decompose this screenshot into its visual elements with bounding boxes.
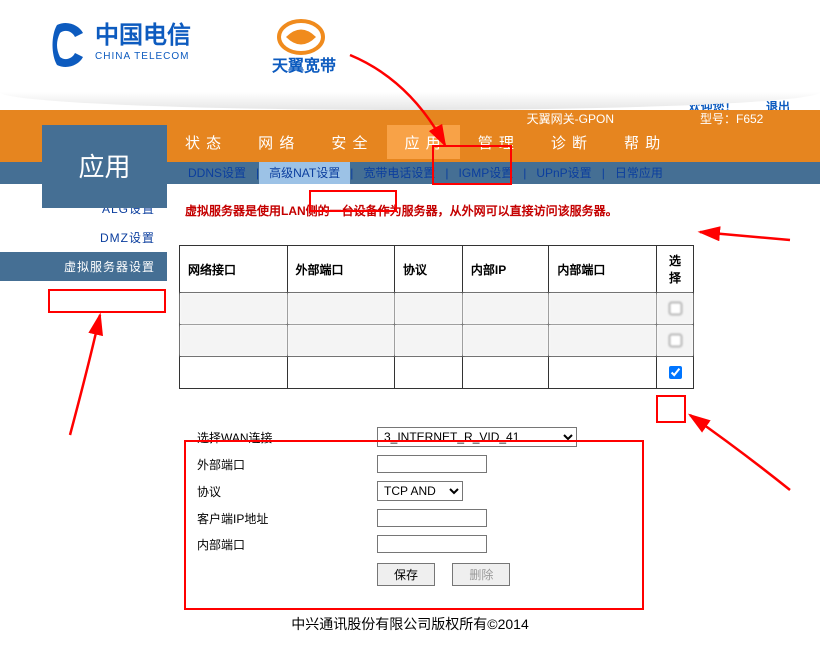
proto-select[interactable]: TCP AND [377,481,463,501]
table-header: 网络接口 [180,246,288,293]
table-header: 内部IP [462,246,549,293]
svg-text:CHINA TELECOM: CHINA TELECOM [95,51,190,62]
nav-tab-5[interactable]: 诊 断 [533,125,606,159]
table-header: 内部端口 [549,246,657,293]
svg-text:天翼宽带: 天翼宽带 [272,56,336,75]
wan-select[interactable]: 3_INTERNET_R_VID_41 [377,427,577,447]
row-select-checkbox[interactable] [669,366,682,379]
nav-tab-1[interactable]: 网 络 [240,125,313,159]
form-panel: 选择WAN连接 3_INTERNET_R_VID_41 外部端口 协议 TCP … [179,413,664,600]
device-model: 型号：F652 [700,110,800,127]
table-row [180,325,694,357]
svg-text:中国电信: 中国电信 [95,21,191,49]
ext-port-input[interactable] [377,455,487,473]
tianyi-logo: 天翼宽带 [266,17,376,80]
row-select-checkbox[interactable] [669,302,682,315]
nav-tab-3[interactable]: 应 用 [387,125,460,159]
virtual-server-table: 网络接口外部端口协议内部IP内部端口选择 [179,245,694,389]
nav-tab-0[interactable]: 状 态 [167,125,240,159]
page-title: 应用 [42,125,167,208]
subnav-item-5[interactable]: 日常应用 [605,162,673,184]
row-select-checkbox[interactable] [669,334,682,347]
table-header: 选择 [657,246,694,293]
china-telecom-logo: 中国电信 CHINA TELECOM [45,15,245,78]
table-header: 协议 [395,246,463,293]
sidebar-item-2[interactable]: 虚拟服务器设置 [0,252,167,281]
nav-tab-6[interactable]: 帮 助 [606,125,679,159]
subnav-item-0[interactable]: DDNS设置 [178,162,256,184]
int-port-label: 内部端口 [197,536,377,553]
nav-tab-4[interactable]: 管 理 [460,125,533,159]
subnav-item-4[interactable]: UPnP设置 [526,162,601,184]
client-ip-input[interactable] [377,509,487,527]
content-area: 虚拟服务器是使用LAN侧的一台设备作为服务器，从外网可以直接访问该服务器。 网络… [167,184,820,600]
sidebar-item-1[interactable]: DMZ设置 [0,223,167,252]
header: 中国电信 CHINA TELECOM 天翼宽带 欢迎您！ 退出 [0,0,820,110]
table-row [180,293,694,325]
client-ip-label: 客户端IP地址 [197,510,377,527]
table-header: 外部端口 [287,246,395,293]
int-port-input[interactable] [377,535,487,553]
wan-label: 选择WAN连接 [197,429,377,446]
table-row [180,357,694,389]
subnav-item-2[interactable]: 宽带电话设置 [353,162,445,184]
description-text: 虚拟服务器是使用LAN侧的一台设备作为服务器，从外网可以直接访问该服务器。 [185,202,808,219]
save-button[interactable]: 保存 [377,563,435,586]
footer-copyright: 中兴通讯股份有限公司版权所有©2014 [0,600,820,642]
delete-button[interactable]: 删除 [452,563,510,586]
subnav-item-1[interactable]: 高级NAT设置 [259,162,350,184]
proto-label: 协议 [197,483,377,500]
subnav-item-3[interactable]: IGMP设置 [449,162,524,184]
ext-port-label: 外部端口 [197,456,377,473]
nav-tab-2[interactable]: 安 全 [313,125,386,159]
main-nav: 天翼网关-GPON 型号：F652 应用 状 态网 络安 全应 用管 理诊 断帮… [0,110,820,162]
